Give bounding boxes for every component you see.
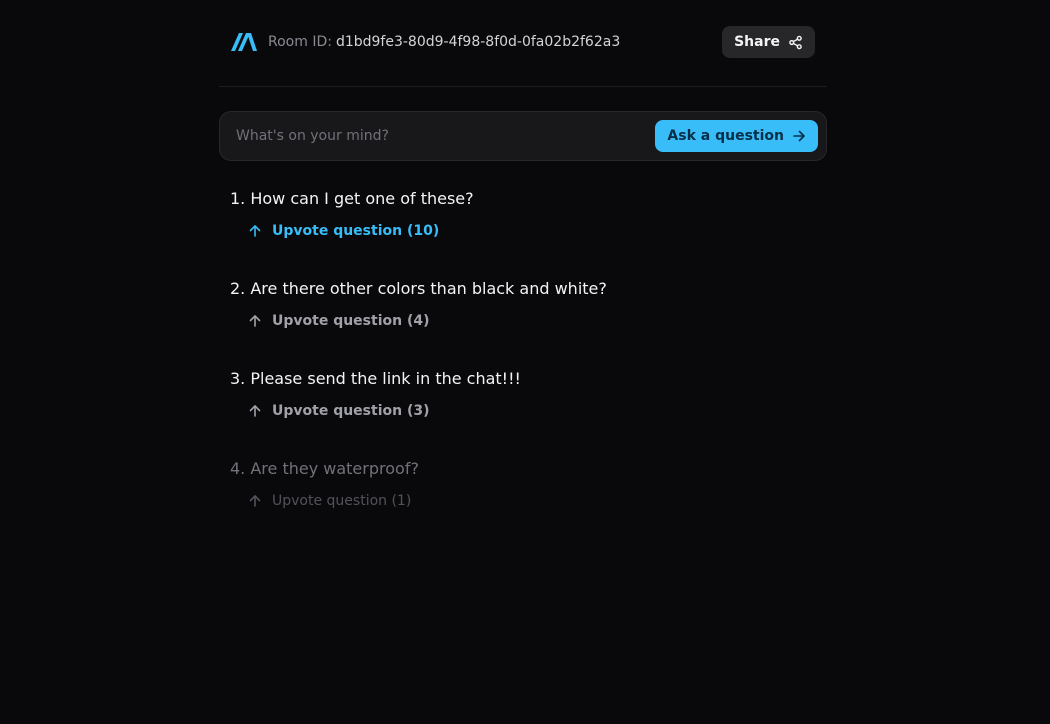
header: Room ID: d1bd9fe3-80d9-4f98-8f0d-0fa02b2… — [219, 0, 827, 87]
share-button[interactable]: Share — [722, 26, 815, 58]
arrow-right-icon — [793, 130, 805, 142]
share-button-label: Share — [734, 34, 780, 50]
question-item: 3. Please send the link in the chat!!! U… — [230, 367, 827, 457]
arrow-up-icon — [249, 405, 261, 417]
share-icon — [789, 35, 802, 49]
room-id-label: Room ID: — [268, 34, 332, 50]
app-container: Room ID: d1bd9fe3-80d9-4f98-8f0d-0fa02b2… — [219, 0, 827, 547]
question-input[interactable] — [236, 128, 656, 144]
question-list: 1. How can I get one of these? Upvote qu… — [219, 187, 827, 547]
question-item: 2. Are there other colors than black and… — [230, 277, 827, 367]
arrow-up-icon — [249, 225, 261, 237]
ask-question-form: Ask a question — [219, 111, 827, 161]
question-text: 1. How can I get one of these? — [230, 189, 474, 208]
room-id-value: d1bd9fe3-80d9-4f98-8f0d-0fa02b2f62a3 — [335, 34, 621, 50]
question-text: 3. Please send the link in the chat!!! — [230, 369, 521, 388]
upvote-label: Upvote question (3) — [272, 403, 430, 419]
upvote-button[interactable]: Upvote question (4) — [248, 313, 430, 329]
header-left: Room ID: d1bd9fe3-80d9-4f98-8f0d-0fa02b2… — [230, 31, 620, 53]
ask-question-button-label: Ask a question — [667, 128, 784, 144]
logo-icon — [230, 31, 258, 53]
upvote-button[interactable]: Upvote question (1) — [248, 493, 411, 509]
upvote-label: Upvote question (4) — [272, 313, 430, 329]
question-text: 2. Are there other colors than black and… — [230, 279, 607, 298]
question-item: 1. How can I get one of these? Upvote qu… — [230, 187, 827, 277]
upvote-button[interactable]: Upvote question (10) — [248, 223, 439, 239]
arrow-up-icon — [249, 495, 261, 507]
question-text: 4. Are they waterproof? — [230, 459, 419, 478]
question-item: 4. Are they waterproof? Upvote question … — [230, 457, 827, 547]
upvote-label: Upvote question (10) — [272, 223, 440, 239]
upvote-label: Upvote question (1) — [272, 493, 412, 509]
upvote-button[interactable]: Upvote question (3) — [248, 403, 430, 419]
arrow-up-icon — [249, 315, 261, 327]
ask-question-button[interactable]: Ask a question — [655, 120, 818, 152]
